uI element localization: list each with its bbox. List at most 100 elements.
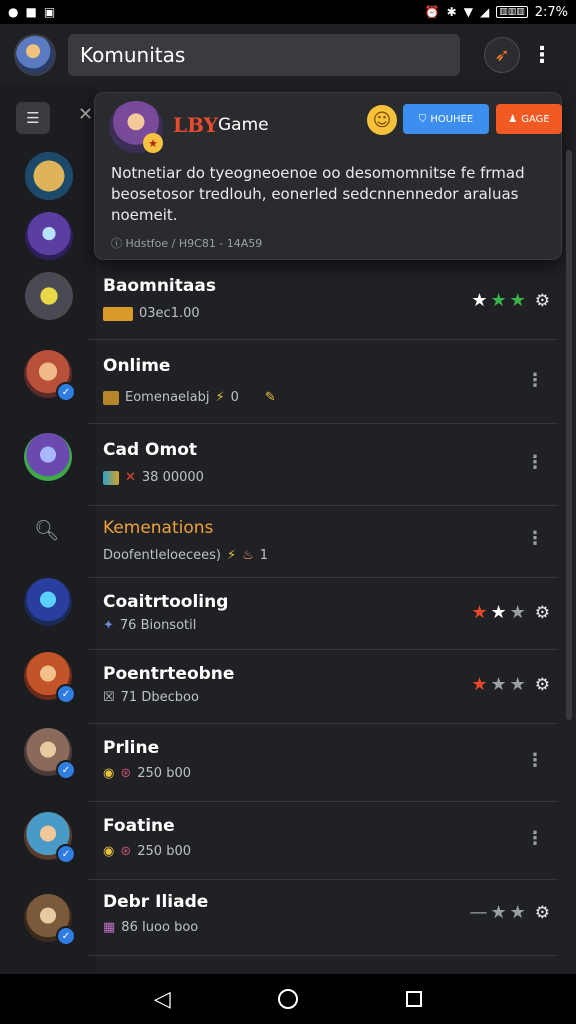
- status-left: ● ■ ▣: [8, 5, 55, 19]
- star-icon: ★: [471, 674, 488, 695]
- star-icon: ★: [509, 674, 526, 695]
- star-badge-icon: ★: [143, 133, 163, 153]
- coin-icon: ◉: [103, 844, 115, 859]
- shield-icon: ⛉: [418, 113, 427, 125]
- app-icon: ■: [25, 5, 37, 19]
- list-item-meta: 38 00000: [141, 470, 204, 485]
- rail-community-avatar[interactable]: ✓: [24, 894, 76, 946]
- star-icon: ★: [490, 902, 507, 923]
- list-item-meta: 76 Bionsotil: [119, 618, 197, 633]
- menu-button[interactable]: ☰: [16, 102, 50, 134]
- list-item-title: Baomnitaas: [103, 276, 216, 296]
- settings-icon[interactable]: ⚙: [535, 603, 550, 623]
- more-vert-icon[interactable]: ⋮: [526, 452, 544, 473]
- list-item[interactable]: Kemenations Doofentleloecees) ⚡ ♨ 1 ⋮: [88, 506, 558, 578]
- list-item-meta: Doofentleloecees): [103, 548, 221, 563]
- rail-community-avatar[interactable]: ✓: [24, 812, 76, 864]
- home-icon[interactable]: [278, 989, 299, 1009]
- list-item[interactable]: Coaitrtooling ✦ 76 Bionsotil ★ ★ ★ ⚙: [88, 578, 558, 650]
- game-logo: ★: [109, 101, 163, 153]
- list-item[interactable]: Onlime Eomenaelabj ⚡ 0 ✎ ⋮: [88, 340, 558, 424]
- rail-community-avatar[interactable]: [24, 433, 72, 481]
- verified-badge-icon: ✓: [56, 844, 76, 864]
- popup-meta: ⓘ Hdstfoe / H9C81 - 14A59: [111, 237, 263, 250]
- dash-icon: —: [469, 902, 488, 923]
- more-vert-icon[interactable]: ⋮: [526, 828, 544, 849]
- more-vert-icon[interactable]: ⋮: [526, 370, 544, 391]
- list-item-title: Prline: [103, 738, 160, 758]
- close-icon: ✕: [78, 104, 94, 125]
- list-item-subtitle: ▦ 86 Iuoo boo: [103, 920, 198, 935]
- feather-icon: ✎: [264, 390, 276, 405]
- settings-icon[interactable]: ⚙: [535, 675, 550, 695]
- more-options-button[interactable]: ⋮: [531, 37, 553, 73]
- star-icon: ★: [509, 902, 526, 923]
- currency-icon: ⊛: [120, 844, 132, 859]
- system-nav-bar: ◁: [0, 974, 576, 1024]
- rail-community-avatar[interactable]: [25, 212, 73, 260]
- boost-button[interactable]: ➶: [484, 37, 520, 73]
- search-icon[interactable]: 🔍︎: [34, 518, 59, 542]
- verified-badge-icon: ✓: [56, 382, 76, 402]
- list-item[interactable]: Prline ◉ ⊛ 250 b00 ⋮: [88, 724, 558, 802]
- community-list: Baomnitaas 03ec1.00 ★ ★ ★ ⚙ Onlime Eomen…: [88, 262, 558, 956]
- list-item[interactable]: Cad Omot ✕ 38 00000 ⋮: [88, 424, 558, 506]
- rail-community-avatar[interactable]: ✓: [24, 728, 76, 780]
- battery-icon: ▥▥▥: [496, 6, 528, 18]
- star-icon: ★: [509, 290, 526, 311]
- star-icon: ★: [509, 602, 526, 623]
- rocket-icon: ➶: [494, 44, 510, 66]
- list-item-subtitle: ◉ ⊛ 250 b00: [103, 766, 191, 781]
- rail-community-avatar[interactable]: [25, 152, 73, 200]
- secondary-action-button[interactable]: ♟ GAGE: [496, 104, 562, 134]
- more-vert-icon[interactable]: ⋮: [526, 528, 544, 549]
- game-label: Game: [218, 115, 269, 135]
- scrollbar[interactable]: [566, 150, 572, 720]
- star-icon: ★: [490, 290, 507, 311]
- list-item-subtitle: ✕ 38 00000: [103, 470, 204, 485]
- recents-icon[interactable]: [406, 991, 423, 1007]
- star-icon: ★: [490, 602, 507, 623]
- puzzle-icon: ✦: [103, 618, 114, 633]
- notification-icon: ●: [8, 5, 19, 19]
- verified-badge-icon: ✓: [56, 926, 76, 946]
- game-brand: LBY: [173, 113, 218, 137]
- settings-icon[interactable]: ⚙: [535, 291, 550, 311]
- grid-icon: ▦: [103, 920, 116, 935]
- signal-icon: ◢: [479, 5, 490, 19]
- left-rail: ☰ ✕ ✓ 🔍︎ ✓ ✓ ✓ ✓: [0, 86, 96, 974]
- rating-stars: ★ ★ ★ ⚙: [471, 290, 550, 311]
- grid-icon: [103, 390, 119, 405]
- list-item-title: Cad Omot: [103, 440, 198, 460]
- app-root: ● ■ ▣ ⏰ ✱ ▼ ◢ ▥▥▥ 2:7% Komunitas ➶ ⋮ ☰ ✕: [0, 0, 576, 1024]
- close-button[interactable]: ✕: [78, 104, 93, 125]
- primary-action-button[interactable]: ⛉ HOUHEE: [403, 104, 489, 134]
- checkbox-icon: ☒: [103, 690, 115, 705]
- game-icon: [103, 470, 119, 485]
- rail-community-avatar[interactable]: ✓: [24, 652, 76, 704]
- list-item-count: 0: [230, 390, 239, 405]
- more-vert-icon[interactable]: ⋮: [526, 750, 544, 771]
- list-item[interactable]: Debr Iliade ▦ 86 Iuoo boo — ★ ★ ⚙: [88, 880, 558, 956]
- settings-icon[interactable]: ⚙: [535, 903, 550, 923]
- rail-community-avatar[interactable]: [25, 272, 73, 320]
- list-item-subtitle: ☒ 71 Dbecboo: [103, 690, 199, 705]
- rail-community-avatar[interactable]: ✓: [24, 350, 76, 402]
- list-item[interactable]: Foatine ◉ ⊛ 250 b00 ⋮: [88, 802, 558, 880]
- list-item[interactable]: Poentrteobne ☒ 71 Dbecboo ★ ★ ★ ⚙: [88, 650, 558, 724]
- rail-community-avatar[interactable]: [24, 578, 72, 626]
- secondary-action-label: GAGE: [521, 113, 550, 125]
- back-icon[interactable]: ◁: [154, 987, 171, 1012]
- star-icon: ★: [490, 674, 507, 695]
- popup-description: Notnetiar do tyeogneoenoe oo desomomnits…: [111, 164, 525, 224]
- wifi-icon: ▼: [463, 5, 473, 19]
- smiley-icon[interactable]: ☺: [367, 105, 397, 135]
- search-input[interactable]: Komunitas: [68, 34, 460, 76]
- status-right: ⏰ ✱ ▼ ◢ ▥▥▥ 2:7%: [425, 5, 568, 20]
- star-icon: ★: [471, 290, 488, 311]
- list-item[interactable]: Baomnitaas 03ec1.00 ★ ★ ★ ⚙: [88, 262, 558, 340]
- list-item-title: Poentrteobne: [103, 664, 235, 684]
- profile-avatar[interactable]: [14, 34, 56, 76]
- list-item-subtitle: 03ec1.00: [103, 306, 200, 321]
- list-item-title: Foatine: [103, 816, 175, 836]
